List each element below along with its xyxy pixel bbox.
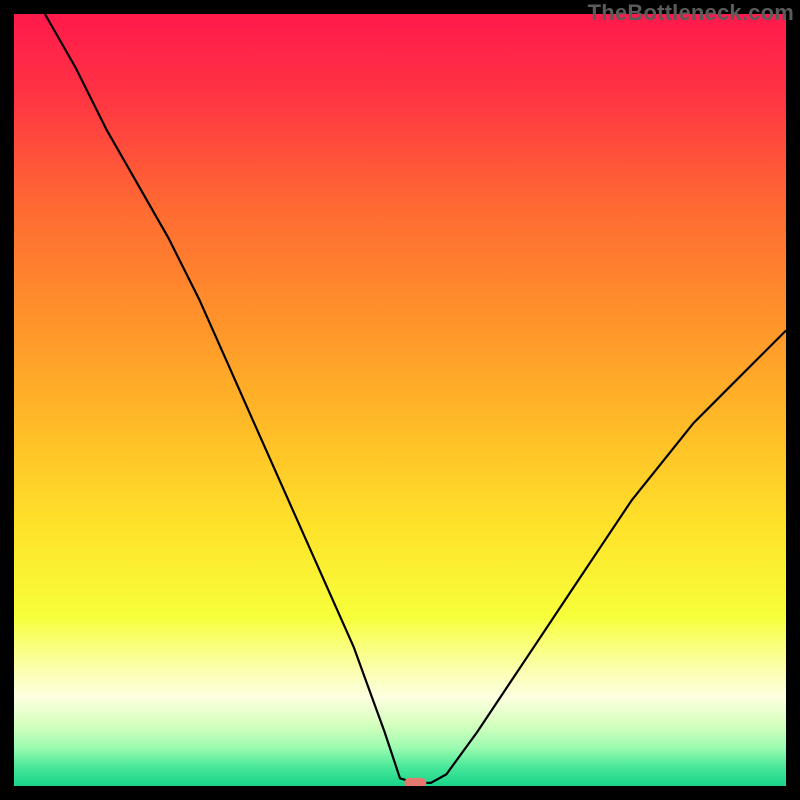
plot-area xyxy=(14,14,786,786)
optimal-point-marker xyxy=(404,778,426,786)
bottleneck-chart xyxy=(14,14,786,786)
watermark-text: TheBottleneck.com xyxy=(588,0,794,26)
gradient-background xyxy=(14,14,786,786)
chart-frame: TheBottleneck.com xyxy=(0,0,800,800)
